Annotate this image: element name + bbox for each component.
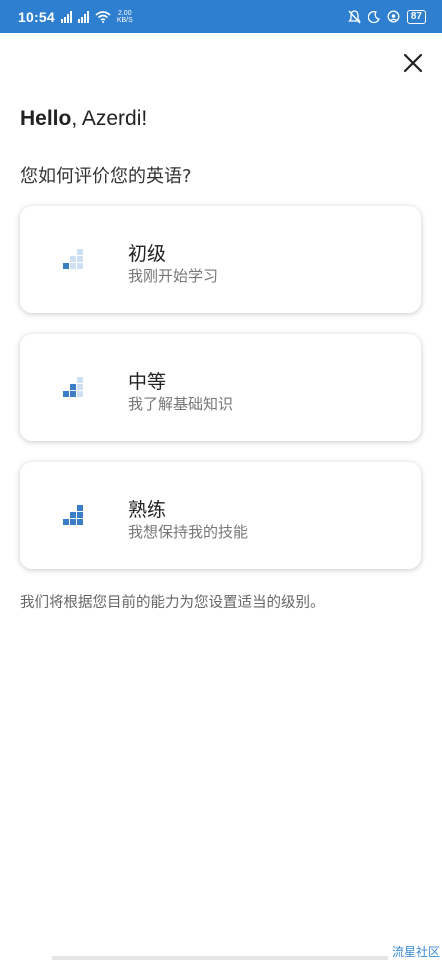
level-bar-cell (70, 519, 76, 525)
level-bar-cell (77, 256, 83, 262)
level-bar-cell (70, 384, 76, 390)
status-left: 10:54 2.00 KB/S (18, 9, 133, 25)
home-indicator (52, 956, 388, 960)
moon-icon (367, 10, 380, 23)
question-heading: 您如何评价您的英语? (20, 166, 192, 187)
level-card-beginner[interactable]: 初级 我刚开始学习 (20, 206, 421, 313)
status-bar: 10:54 2.00 KB/S 87 (0, 0, 442, 33)
level-subtitle: 我想保持我的技能 (128, 523, 249, 541)
level-bar-cell (77, 377, 83, 383)
level-bar-cell (77, 384, 83, 390)
level-card-advanced[interactable]: 熟练 我想保持我的技能 (20, 462, 421, 569)
level-bar-cell (70, 263, 76, 269)
greeting-name: , Azerdi! (71, 107, 148, 130)
level-bar-cell (77, 505, 83, 511)
watermark: 流星社区 (391, 945, 440, 959)
level-bar-cell (77, 391, 83, 397)
level-footer-note: 我们将根据您目前的能力为您设置适当的级别。 (20, 595, 325, 611)
level-bar-cell (63, 263, 69, 269)
level-bar-cell (63, 391, 69, 397)
level-title: 初级 (128, 243, 167, 265)
level-bar-cell (77, 263, 83, 269)
level-subtitle: 我了解基础知识 (128, 395, 234, 413)
alarm-icon (387, 10, 400, 23)
level-card-intermediate[interactable]: 中等 我了解基础知识 (20, 334, 421, 441)
level-bars-icon (63, 377, 83, 397)
level-subtitle: 我刚开始学习 (128, 267, 219, 285)
net-speed-value: 2.00 (117, 9, 132, 17)
bell-off-icon (348, 9, 361, 23)
level-bar-cell (70, 391, 76, 397)
level-title: 熟练 (128, 499, 167, 521)
level-bars-icon (63, 249, 83, 269)
level-bars-icon (63, 505, 83, 525)
greeting-hello: Hello (20, 107, 72, 130)
signal-icon-2 (77, 10, 89, 23)
status-right: 87 (348, 9, 426, 24)
level-bar-cell (77, 512, 83, 518)
status-time: 10:54 (18, 8, 55, 25)
level-bar-cell (70, 512, 76, 518)
net-speed: 2.00 KB/S (117, 10, 133, 24)
net-speed-unit: KB/S (116, 16, 133, 24)
greeting: Hello, Azerdi! (20, 107, 147, 131)
close-button[interactable] (396, 46, 430, 80)
level-bar-cell (77, 249, 83, 255)
battery-indicator: 87 (406, 9, 426, 24)
signal-icon (60, 10, 72, 23)
level-bar-cell (77, 519, 83, 525)
level-bar-cell (70, 256, 76, 262)
wifi-icon (95, 10, 111, 23)
close-icon (403, 53, 423, 73)
level-title: 中等 (128, 371, 167, 393)
level-bar-cell (63, 519, 69, 525)
